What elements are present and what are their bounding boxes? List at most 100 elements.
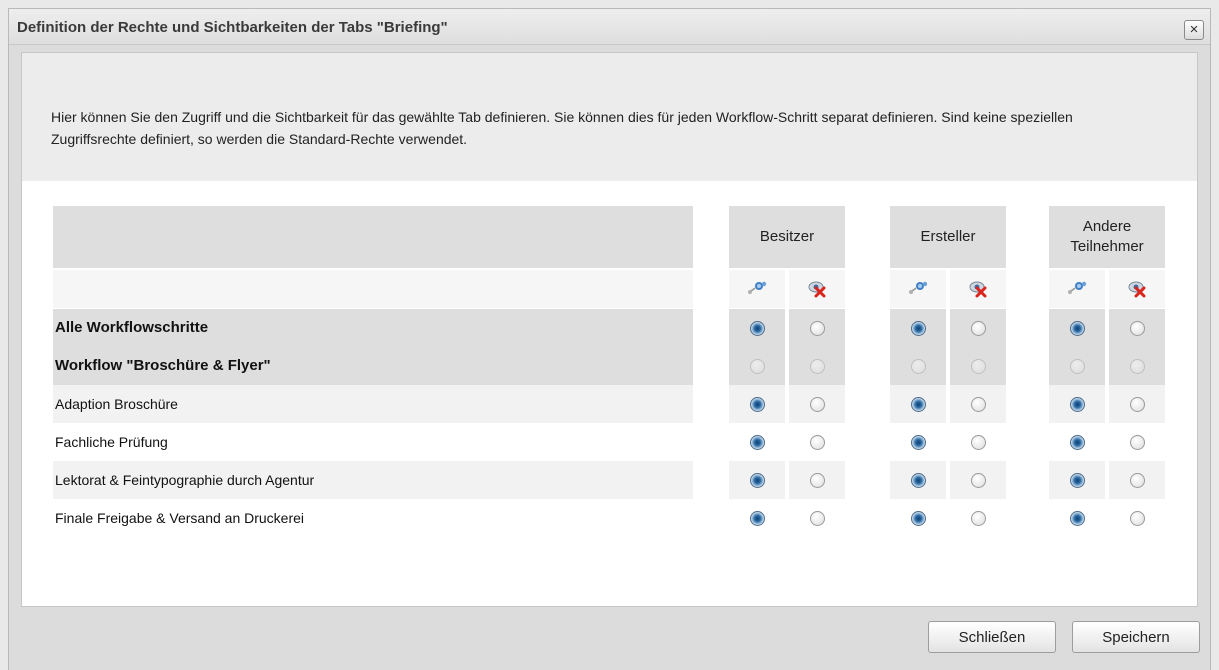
permission-cell <box>729 499 785 537</box>
permission-cell <box>950 347 1006 385</box>
permission-cell <box>729 423 785 461</box>
column-group-header: Ersteller <box>890 206 1006 268</box>
access-radio[interactable] <box>1070 473 1085 488</box>
description-panel: Hier können Sie den Zugriff und die Sich… <box>22 53 1197 181</box>
hidden-icon <box>808 281 826 298</box>
permission-cell <box>1049 309 1105 347</box>
access-radio[interactable] <box>911 359 926 374</box>
hidden-icon <box>1128 281 1146 298</box>
permission-cell <box>890 423 946 461</box>
column-group-label: Ersteller <box>920 228 976 245</box>
hidden-radio[interactable] <box>1130 397 1145 412</box>
hidden-radio[interactable] <box>810 511 825 526</box>
permission-cell <box>1109 499 1165 537</box>
access-radio[interactable] <box>911 511 926 526</box>
access-radio[interactable] <box>1070 321 1085 336</box>
icon-header-cell <box>890 270 946 308</box>
access-radio[interactable] <box>750 321 765 336</box>
icon-header-cell <box>1049 270 1105 308</box>
permission-cell <box>729 347 785 385</box>
workflow-step-label: Fachliche Prüfung <box>55 434 168 450</box>
permission-cell <box>789 385 845 423</box>
permission-cell <box>789 309 845 347</box>
permission-cell <box>1049 461 1105 499</box>
hidden-radio[interactable] <box>971 321 986 336</box>
access-radio[interactable] <box>750 473 765 488</box>
access-radio[interactable] <box>1070 511 1085 526</box>
description-text: Hier können Sie den Zugriff und die Sich… <box>51 109 1073 147</box>
dialog-titlebar: Definition der Rechte und Sichtbarkeiten… <box>9 9 1210 45</box>
icon-header-cell <box>729 270 785 308</box>
hidden-radio[interactable] <box>971 473 986 488</box>
hidden-radio[interactable] <box>810 321 825 336</box>
permission-cell <box>950 423 1006 461</box>
hidden-radio[interactable] <box>1130 359 1145 374</box>
hidden-radio[interactable] <box>971 359 986 374</box>
save-button[interactable]: Speichern <box>1072 621 1200 653</box>
hidden-radio[interactable] <box>1130 511 1145 526</box>
access-icon <box>1068 281 1087 294</box>
permission-cell <box>950 461 1006 499</box>
column-group-header: Andere Teilnehmer <box>1049 206 1165 268</box>
access-radio[interactable] <box>1070 359 1085 374</box>
permission-cell <box>1109 423 1165 461</box>
icon-header-cell <box>789 270 845 308</box>
hidden-radio[interactable] <box>1130 473 1145 488</box>
access-radio[interactable] <box>911 397 926 412</box>
permission-cell <box>789 347 845 385</box>
column-group-header: Besitzer <box>729 206 845 268</box>
icon-header-cell <box>950 270 1006 308</box>
close-button[interactable]: Schließen <box>928 621 1056 653</box>
icon-header-cell <box>1109 270 1165 308</box>
access-radio[interactable] <box>911 473 926 488</box>
permission-cell <box>1049 385 1105 423</box>
hidden-radio[interactable] <box>971 511 986 526</box>
access-radio[interactable] <box>750 359 765 374</box>
hidden-radio[interactable] <box>810 359 825 374</box>
permission-cell <box>1109 347 1165 385</box>
hidden-radio[interactable] <box>1130 435 1145 450</box>
permission-cell <box>890 461 946 499</box>
permission-cell <box>950 385 1006 423</box>
permission-cell <box>789 423 845 461</box>
access-radio[interactable] <box>911 435 926 450</box>
icon-row-label-cell <box>53 270 693 308</box>
permission-cell <box>789 499 845 537</box>
permission-cell <box>890 309 946 347</box>
access-radio[interactable] <box>911 321 926 336</box>
access-radio[interactable] <box>1070 435 1085 450</box>
dialog-title: Definition der Rechte und Sichtbarkeiten… <box>17 19 448 36</box>
permission-cell <box>729 385 785 423</box>
hidden-radio[interactable] <box>810 397 825 412</box>
workflow-step-label: Adaption Broschüre <box>55 396 178 412</box>
hidden-radio[interactable] <box>810 435 825 450</box>
permission-cell <box>789 461 845 499</box>
access-radio[interactable] <box>750 397 765 412</box>
permission-cell <box>1049 423 1105 461</box>
hidden-radio[interactable] <box>1130 321 1145 336</box>
access-icon <box>748 281 767 294</box>
permission-cell <box>729 461 785 499</box>
hidden-radio[interactable] <box>810 473 825 488</box>
permission-cell <box>950 499 1006 537</box>
access-radio[interactable] <box>750 435 765 450</box>
table-header-label-cell <box>53 206 693 268</box>
permission-cell <box>950 309 1006 347</box>
permission-cell <box>1109 461 1165 499</box>
hidden-icon <box>969 281 987 298</box>
access-icon <box>909 281 928 294</box>
permission-cell <box>1049 499 1105 537</box>
access-radio[interactable] <box>750 511 765 526</box>
workflow-step-label: Lektorat & Feintypographie durch Agentur <box>55 472 315 488</box>
hidden-radio[interactable] <box>971 397 986 412</box>
permission-cell <box>729 309 785 347</box>
permission-cell <box>1049 347 1105 385</box>
permission-cell <box>1109 309 1165 347</box>
close-icon[interactable]: × <box>1184 20 1204 40</box>
access-radio[interactable] <box>1070 397 1085 412</box>
column-group-label: Besitzer <box>759 228 815 245</box>
hidden-radio[interactable] <box>971 435 986 450</box>
permission-cell <box>890 385 946 423</box>
permission-cell <box>1109 385 1165 423</box>
workflow-step-label: Finale Freigabe & Versand an Druckerei <box>55 510 305 526</box>
